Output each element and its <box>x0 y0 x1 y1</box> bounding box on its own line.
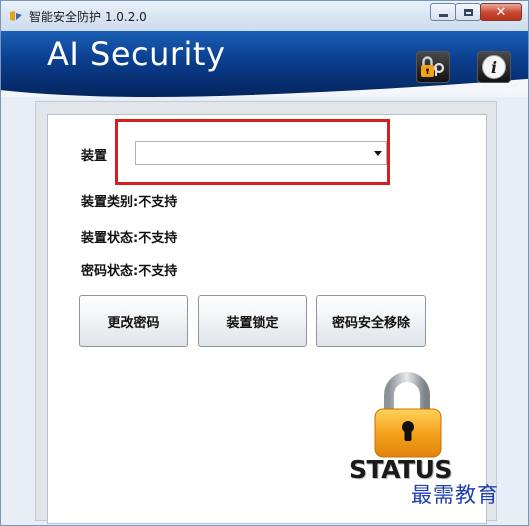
key-lock-icon <box>421 56 445 77</box>
password-status-text: 密码状态:不支持 <box>81 264 178 279</box>
brand-title: AI Security <box>47 35 226 73</box>
device-label: 装置 <box>81 149 108 164</box>
app-icon <box>10 11 22 21</box>
title-bar[interactable]: 智能安全防护 1.0.2.0 ✕ <box>1 1 528 31</box>
change-password-button[interactable]: 更改密码 <box>79 295 188 347</box>
remove-password-button[interactable]: 密码安全移除 <box>316 295 426 347</box>
device-type-text: 装置类别:不支持 <box>81 195 178 210</box>
window-controls: ✕ <box>430 3 522 21</box>
watermark-text: 最需教育 <box>411 483 499 507</box>
lock-device-button[interactable]: 装置锁定 <box>198 295 307 347</box>
app-header: AI Security i <box>1 31 528 97</box>
maximize-button[interactable] <box>455 3 481 21</box>
key-lock-button[interactable] <box>416 51 450 83</box>
minimize-icon <box>438 13 448 17</box>
maximize-icon <box>463 8 473 16</box>
close-icon: ✕ <box>495 4 507 20</box>
info-button[interactable]: i <box>477 51 511 83</box>
window-title: 智能安全防护 1.0.2.0 <box>29 10 147 24</box>
device-status-text: 装置状态:不支持 <box>81 231 178 246</box>
highlight-box <box>115 119 390 185</box>
info-icon: i <box>482 55 506 79</box>
close-button[interactable]: ✕ <box>480 3 522 21</box>
minimize-button[interactable] <box>430 3 456 21</box>
app-window: 智能安全防护 1.0.2.0 ✕ AI Security i 装置 装置类别:不… <box>0 0 529 526</box>
